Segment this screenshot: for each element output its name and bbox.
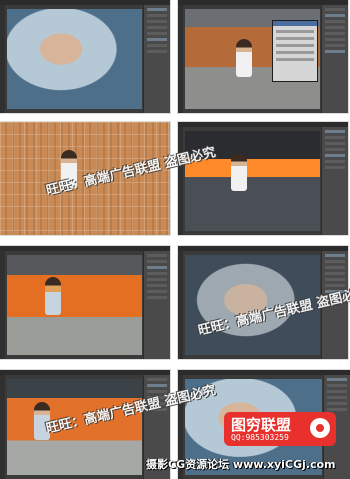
tools-bar — [178, 127, 183, 235]
screenshot-panel-1 — [0, 0, 170, 113]
logo-title: 图穷联盟 — [231, 416, 292, 434]
model-figure — [44, 277, 61, 315]
tools-bar — [0, 375, 5, 479]
layers-panel — [321, 127, 348, 235]
site-logo: 图穷联盟 QQ:985303259 — [224, 412, 336, 446]
tools-bar — [0, 251, 5, 359]
document-canvas — [7, 9, 142, 109]
portrait-photo — [7, 9, 142, 109]
model-figure — [236, 39, 253, 77]
forum-caption: 摄影CG资源论坛 www.xyiCGj.com — [146, 458, 336, 471]
logo-badge-icon — [310, 418, 330, 438]
bench-photo — [7, 255, 142, 355]
layers-panel — [143, 251, 170, 359]
model-figure — [230, 153, 247, 191]
screenshot-panel-2 — [178, 0, 348, 113]
tools-bar — [178, 251, 183, 359]
screenshot-panel-5 — [0, 246, 170, 359]
tools-bar — [178, 5, 183, 113]
logo-qq-number: QQ:985303259 — [231, 433, 289, 442]
layers-panel — [321, 5, 348, 113]
layers-panel — [143, 5, 170, 113]
adjustment-dialog — [272, 20, 318, 82]
screenshot-panel-4 — [178, 122, 348, 235]
document-canvas — [7, 255, 142, 355]
tools-bar — [0, 5, 5, 113]
